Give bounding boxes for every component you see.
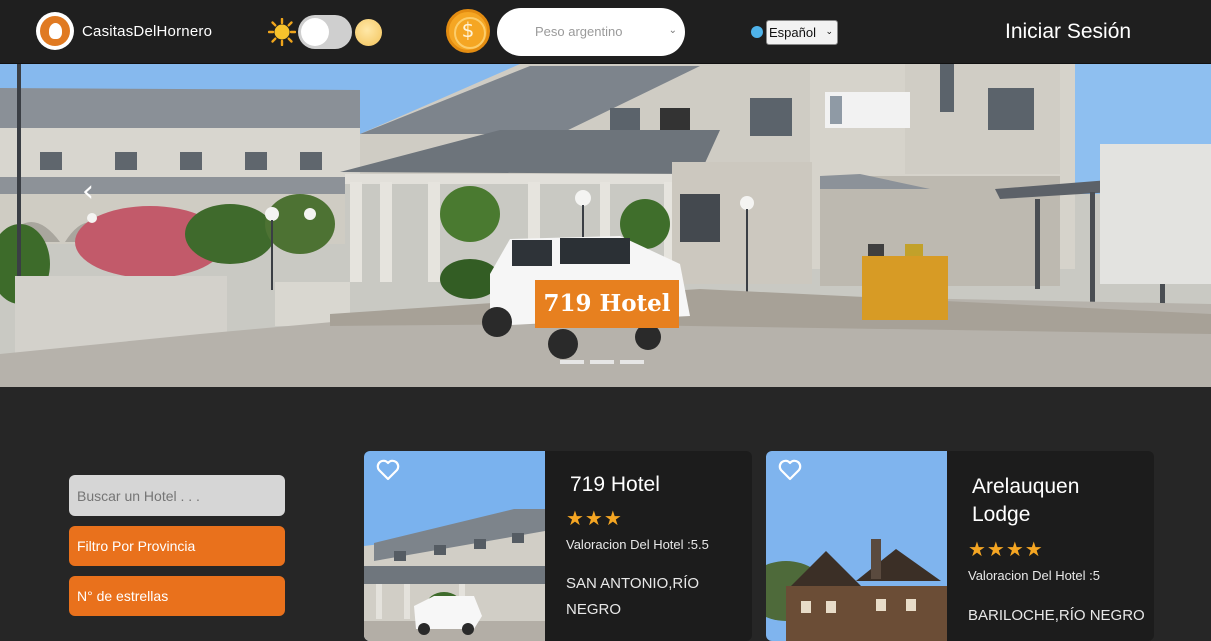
filter-province-button[interactable]: Filtro Por Provincia	[69, 526, 285, 566]
currency-symbol: $	[461, 18, 475, 42]
globe-icon	[751, 26, 763, 38]
hotel-card[interactable]: 719 Hotel ★★★ Valoracion Del Hotel :5.5 …	[364, 451, 752, 641]
sun-icon	[268, 18, 296, 46]
theme-toggle[interactable]	[298, 15, 352, 49]
hotel-star-rating: ★★★★	[968, 537, 1044, 561]
logo-bird-icon[interactable]	[36, 12, 74, 50]
hotel-rating-text: Valoracion Del Hotel :5	[968, 568, 1100, 583]
currency-selected-value: Peso argentino	[535, 24, 623, 39]
currency-select[interactable]: Peso argentino ⌄	[497, 8, 685, 56]
carousel-prev-arrow[interactable]: ‹	[82, 174, 94, 209]
coin-icon: $	[446, 9, 490, 53]
language-selected-value: Español	[769, 25, 816, 40]
hotel-rating-text: Valoracion Del Hotel :5.5	[566, 537, 709, 552]
hero-hotel-badge: 719 Hotel	[535, 280, 679, 328]
hotel-card[interactable]: Arelauquen Lodge ★★★★ Valoracion Del Hot…	[766, 451, 1154, 641]
hotel-location: SAN ANTONIO,RÍO NEGRO	[566, 575, 700, 618]
chevron-down-icon: ⌄	[668, 25, 677, 36]
hotel-star-rating: ★★★	[566, 506, 623, 530]
hotel-photo[interactable]	[364, 451, 545, 641]
hotel-search-input[interactable]	[69, 475, 285, 516]
hotel-name[interactable]: Arelauquen Lodge	[972, 473, 1132, 529]
toggle-knob[interactable]	[301, 18, 329, 46]
login-link[interactable]: Iniciar Sesión	[1005, 20, 1131, 44]
chevron-down-icon: ⌄	[825, 27, 833, 37]
favorite-heart-icon[interactable]	[778, 459, 802, 481]
hotel-name[interactable]: 719 Hotel	[570, 471, 660, 499]
hotel-location: BARILOCHE,RÍO NEGRO	[968, 607, 1145, 624]
hero-photo	[0, 64, 1211, 387]
favorite-heart-icon[interactable]	[376, 459, 400, 481]
brand-name[interactable]: CasitasDelHornero	[82, 23, 212, 40]
header: CasitasDelHornero $ Peso argentino ⌄ Esp…	[0, 0, 1211, 64]
hero-carousel: ‹ 719 Hotel	[0, 64, 1211, 387]
moon-icon	[355, 19, 382, 46]
filter-stars-button[interactable]: N° de estrellas	[69, 576, 285, 616]
results-section: Filtro Por Provincia N° de estrellas 719…	[0, 387, 1211, 641]
hotel-photo[interactable]	[766, 451, 947, 641]
language-select[interactable]: Español ⌄	[766, 20, 838, 45]
